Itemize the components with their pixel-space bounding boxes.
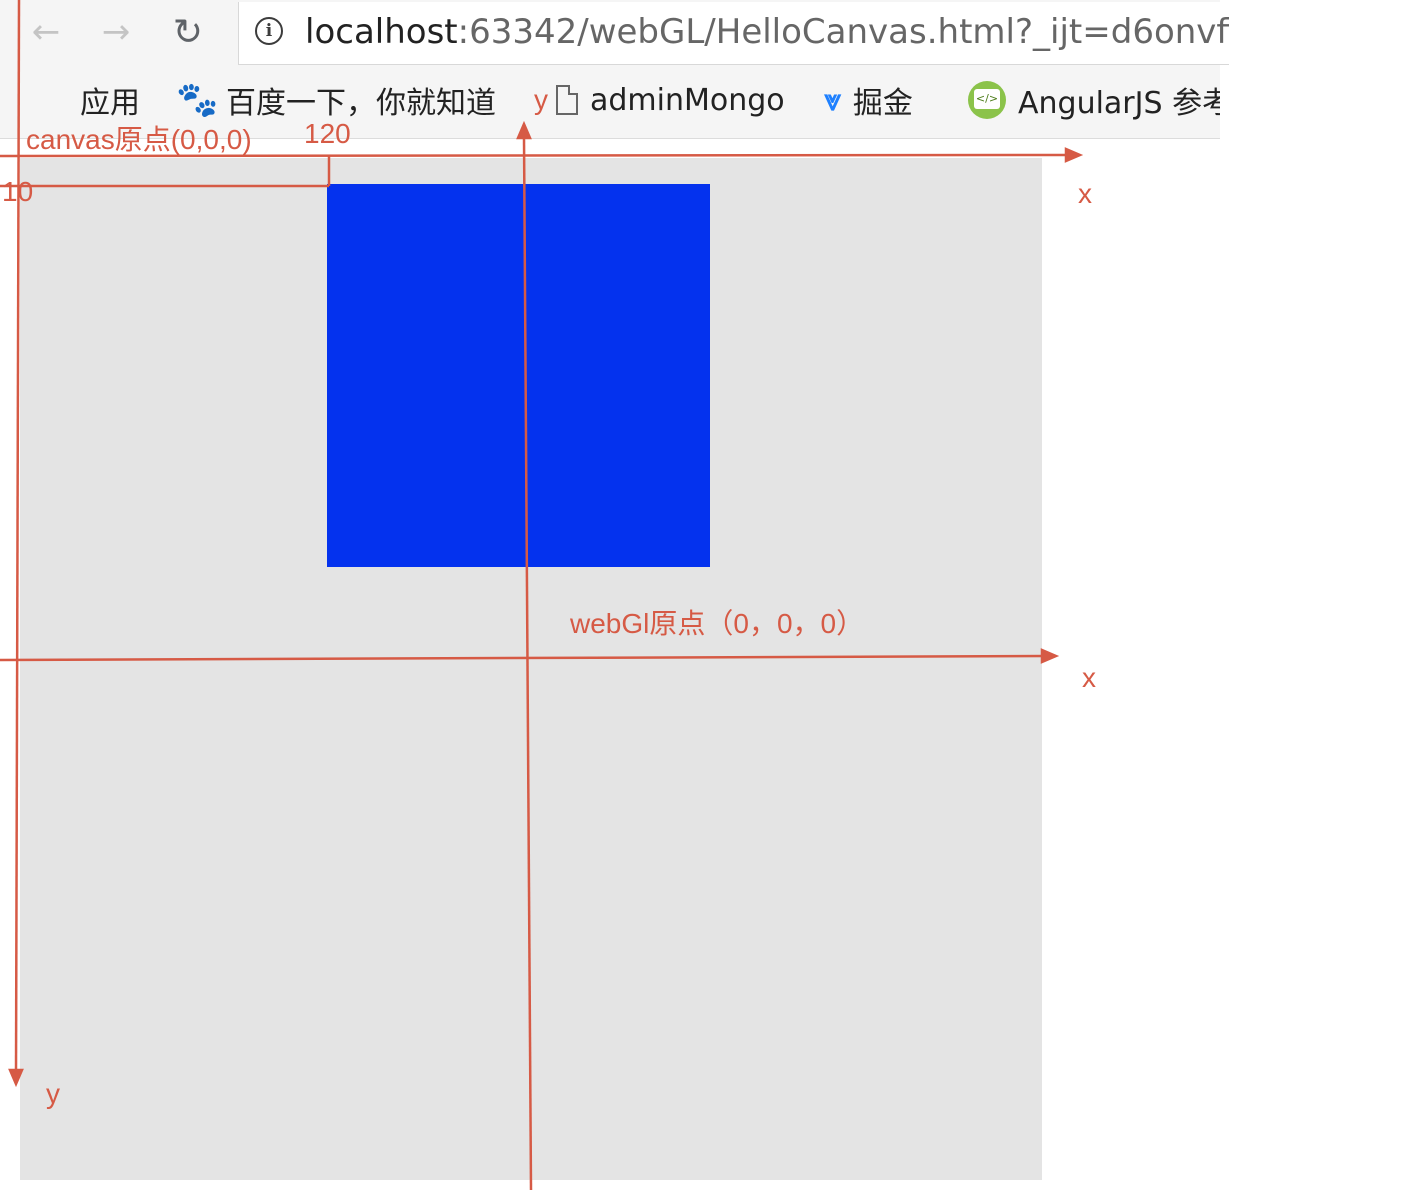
annotation-overlay (0, 0, 1084, 1190)
webgl-origin-label: webGl原点（0，0，0） (570, 608, 865, 639)
canvas-x-arrow (1064, 147, 1084, 163)
webgl-x-axis (0, 654, 1047, 662)
x-offset-label: 120 (304, 118, 351, 149)
webgl-x-label: x (1082, 662, 1096, 693)
webgl-y-axis (522, 137, 533, 1190)
webgl-y-label: y (534, 84, 548, 115)
canvas-y-arrow (8, 1068, 24, 1088)
canvas-origin-label: canvas原点(0,0,0) (26, 124, 252, 155)
canvas-y-axis (14, 0, 21, 1073)
canvas-y-label: y (46, 1078, 60, 1109)
webgl-y-arrow (516, 120, 532, 140)
y-offset-label: 10 (2, 176, 34, 207)
canvas-x-label: x (1078, 178, 1092, 209)
webgl-x-arrow (1040, 648, 1060, 664)
